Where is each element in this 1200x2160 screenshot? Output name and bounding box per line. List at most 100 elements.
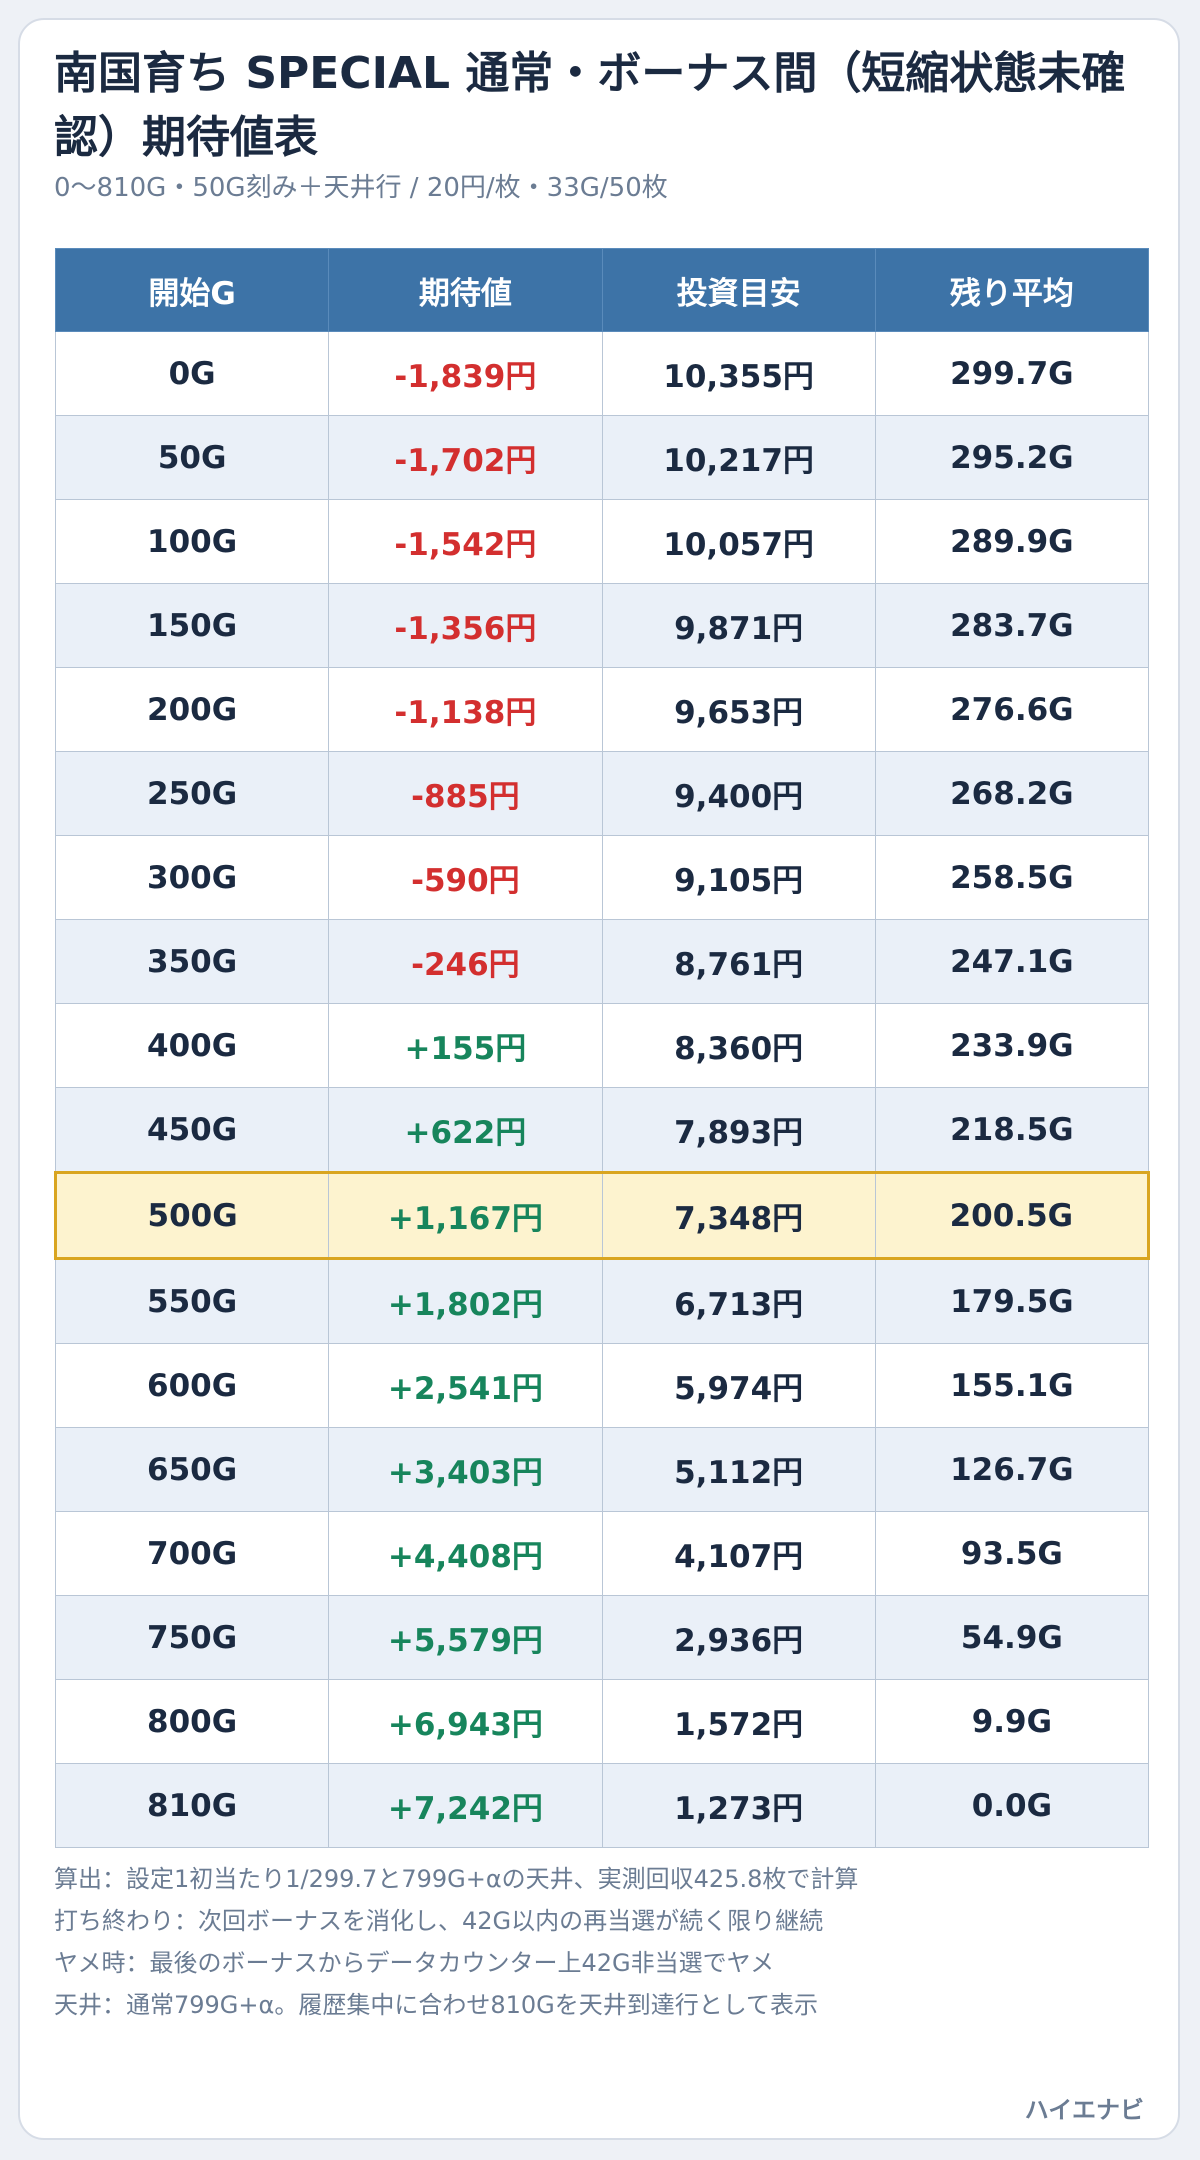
table-row: 600G +2,541円 5,974円 155.1G — [54, 1343, 1150, 1428]
cell-start-game: 700G — [54, 1511, 330, 1596]
cell-remaining-average: 126.7G — [874, 1427, 1150, 1512]
cell-expected-value: +1,802円 — [328, 1258, 603, 1344]
cell-investment: 10,217円 — [601, 415, 876, 500]
cell-investment: 6,713円 — [601, 1258, 876, 1344]
cell-start-game: 750G — [54, 1595, 330, 1680]
table-row: 700G +4,408円 4,107円 93.5G — [54, 1511, 1150, 1596]
cell-expected-value: +7,242円 — [328, 1763, 603, 1848]
cell-expected-value: -1,542円 — [328, 499, 603, 584]
cell-investment: 9,105円 — [601, 835, 876, 920]
table-row: 150G -1,356円 9,871円 283.7G — [54, 583, 1150, 668]
cell-remaining-average: 258.5G — [874, 835, 1150, 920]
cell-remaining-average: 155.1G — [874, 1343, 1150, 1428]
note-line: 打ち終わり：次回ボーナスを消化し、42G以内の再当選が続く限り継続 — [54, 1907, 824, 1935]
expected-value-card: 南国育ち SPECIAL 通常・ボーナス間（短縮状態未確認）期待値表 0〜810… — [18, 18, 1180, 2140]
cell-expected-value: +622円 — [328, 1087, 603, 1173]
table-row: 350G -246円 8,761円 247.1G — [54, 919, 1150, 1004]
column-header-investment: 投資目安 — [601, 248, 876, 332]
cell-expected-value: -590円 — [328, 835, 603, 920]
cell-investment: 1,572円 — [601, 1679, 876, 1764]
table-header-row: 開始G 期待値 投資目安 残り平均 — [54, 248, 1150, 332]
cell-start-game: 350G — [54, 919, 330, 1004]
cell-start-game: 50G — [54, 415, 330, 500]
cell-remaining-average: 295.2G — [874, 415, 1150, 500]
calculation-notes: 算出：設定1初当たり1/299.7と799G+αの天井、実測回収425.8枚で計… — [54, 1858, 1154, 2026]
cell-remaining-average: 9.9G — [874, 1679, 1150, 1764]
cell-expected-value: -1,356円 — [328, 583, 603, 668]
cell-start-game: 400G — [54, 1003, 330, 1088]
cell-remaining-average: 289.9G — [874, 499, 1150, 584]
cell-remaining-average: 218.5G — [874, 1087, 1150, 1173]
table-body: 0G -1,839円 10,355円 299.7G 50G -1,702円 10,217円 2… — [53, 331, 1151, 1848]
cell-investment: 7,348円 — [601, 1171, 876, 1260]
cell-start-game: 810G — [54, 1763, 330, 1848]
expected-value-table: 開始G 期待値 投資目安 残り平均 0G -1,839円 10,355円 299.7G… — [53, 248, 1151, 1848]
cell-start-game: 450G — [54, 1087, 330, 1173]
cell-investment: 8,360円 — [601, 1003, 876, 1088]
cell-expected-value: -1,839円 — [328, 331, 603, 416]
cell-start-game: 200G — [54, 667, 330, 752]
cell-expected-value: +5,579円 — [328, 1595, 603, 1680]
table-row: 0G -1,839円 10,355円 299.7G — [54, 331, 1150, 416]
cell-investment: 2,936円 — [601, 1595, 876, 1680]
table-row: 300G -590円 9,105円 258.5G — [54, 835, 1150, 920]
cell-investment: 10,355円 — [601, 331, 876, 416]
cell-remaining-average: 179.5G — [874, 1258, 1150, 1344]
table-row: 800G +6,943円 1,572円 9.9G — [54, 1679, 1150, 1764]
cell-expected-value: -885円 — [328, 751, 603, 836]
cell-expected-value: +1,167円 — [328, 1171, 603, 1260]
cell-start-game: 300G — [54, 835, 330, 920]
cell-start-game: 150G — [54, 583, 330, 668]
cell-remaining-average: 247.1G — [874, 919, 1150, 1004]
page-title: 南国育ち SPECIAL 通常・ボーナス間（短縮状態未確認）期待値表 — [54, 48, 1126, 163]
cell-remaining-average: 93.5G — [874, 1511, 1150, 1596]
table-row: 50G -1,702円 10,217円 295.2G — [54, 415, 1150, 500]
cell-investment: 9,400円 — [601, 751, 876, 836]
table-row: 450G +622円 7,893円 218.5G — [54, 1087, 1150, 1173]
cell-expected-value: -1,702円 — [328, 415, 603, 500]
table-row: 810G +7,242円 1,273円 0.0G — [54, 1763, 1150, 1848]
cell-investment: 8,761円 — [601, 919, 876, 1004]
cell-remaining-average: 283.7G — [874, 583, 1150, 668]
table-row: 100G -1,542円 10,057円 289.9G — [54, 499, 1150, 584]
cell-expected-value: +3,403円 — [328, 1427, 603, 1512]
cell-investment: 7,893円 — [601, 1087, 876, 1173]
cell-investment: 5,974円 — [601, 1343, 876, 1428]
cell-investment: 9,871円 — [601, 583, 876, 668]
cell-start-game: 100G — [54, 499, 330, 584]
column-header-remaining-average: 残り平均 — [874, 248, 1150, 332]
cell-remaining-average: 299.7G — [874, 331, 1150, 416]
note-line: 算出：設定1初当たり1/299.7と799G+αの天井、実測回収425.8枚で計… — [54, 1865, 859, 1893]
cell-start-game: 650G — [54, 1427, 330, 1512]
cell-expected-value: +155円 — [328, 1003, 603, 1088]
cell-remaining-average: 54.9G — [874, 1595, 1150, 1680]
table-row: 750G +5,579円 2,936円 54.9G — [54, 1595, 1150, 1680]
note-line: 天井：通常799G+α。履歴集中に合わせ810Gを天井到達行として表示 — [54, 1991, 819, 2019]
cell-start-game: 250G — [54, 751, 330, 836]
cell-investment: 10,057円 — [601, 499, 876, 584]
cell-start-game: 0G — [54, 331, 330, 416]
cell-investment: 4,107円 — [601, 1511, 876, 1596]
cell-expected-value: +4,408円 — [328, 1511, 603, 1596]
cell-investment: 1,273円 — [601, 1763, 876, 1848]
note-line: ヤメ時：最後のボーナスからデータカウンター上42G非当選でヤメ — [54, 1949, 775, 1977]
table-row: 500G +1,167円 7,348円 200.5G — [53, 1171, 1151, 1260]
cell-expected-value: -246円 — [328, 919, 603, 1004]
cell-remaining-average: 0.0G — [874, 1763, 1150, 1848]
cell-remaining-average: 200.5G — [874, 1171, 1151, 1260]
column-header-expected-value: 期待値 — [328, 248, 603, 332]
cell-remaining-average: 276.6G — [874, 667, 1150, 752]
table-row: 550G +1,802円 6,713円 179.5G — [54, 1258, 1150, 1344]
cell-start-game: 500G — [53, 1171, 330, 1260]
table-row: 650G +3,403円 5,112円 126.7G — [54, 1427, 1150, 1512]
page-subtitle: 0〜810G・50G刻み＋天井行 / 20円/枚・33G/50枚 — [54, 173, 668, 203]
brand-name: ハイエナビ — [1024, 2096, 1144, 2124]
cell-start-game: 550G — [54, 1258, 330, 1344]
cell-remaining-average: 268.2G — [874, 751, 1150, 836]
cell-investment: 5,112円 — [601, 1427, 876, 1512]
table-row: 200G -1,138円 9,653円 276.6G — [54, 667, 1150, 752]
column-header-start-game: 開始G — [54, 248, 330, 332]
cell-remaining-average: 233.9G — [874, 1003, 1150, 1088]
cell-expected-value: +6,943円 — [328, 1679, 603, 1764]
cell-expected-value: -1,138円 — [328, 667, 603, 752]
